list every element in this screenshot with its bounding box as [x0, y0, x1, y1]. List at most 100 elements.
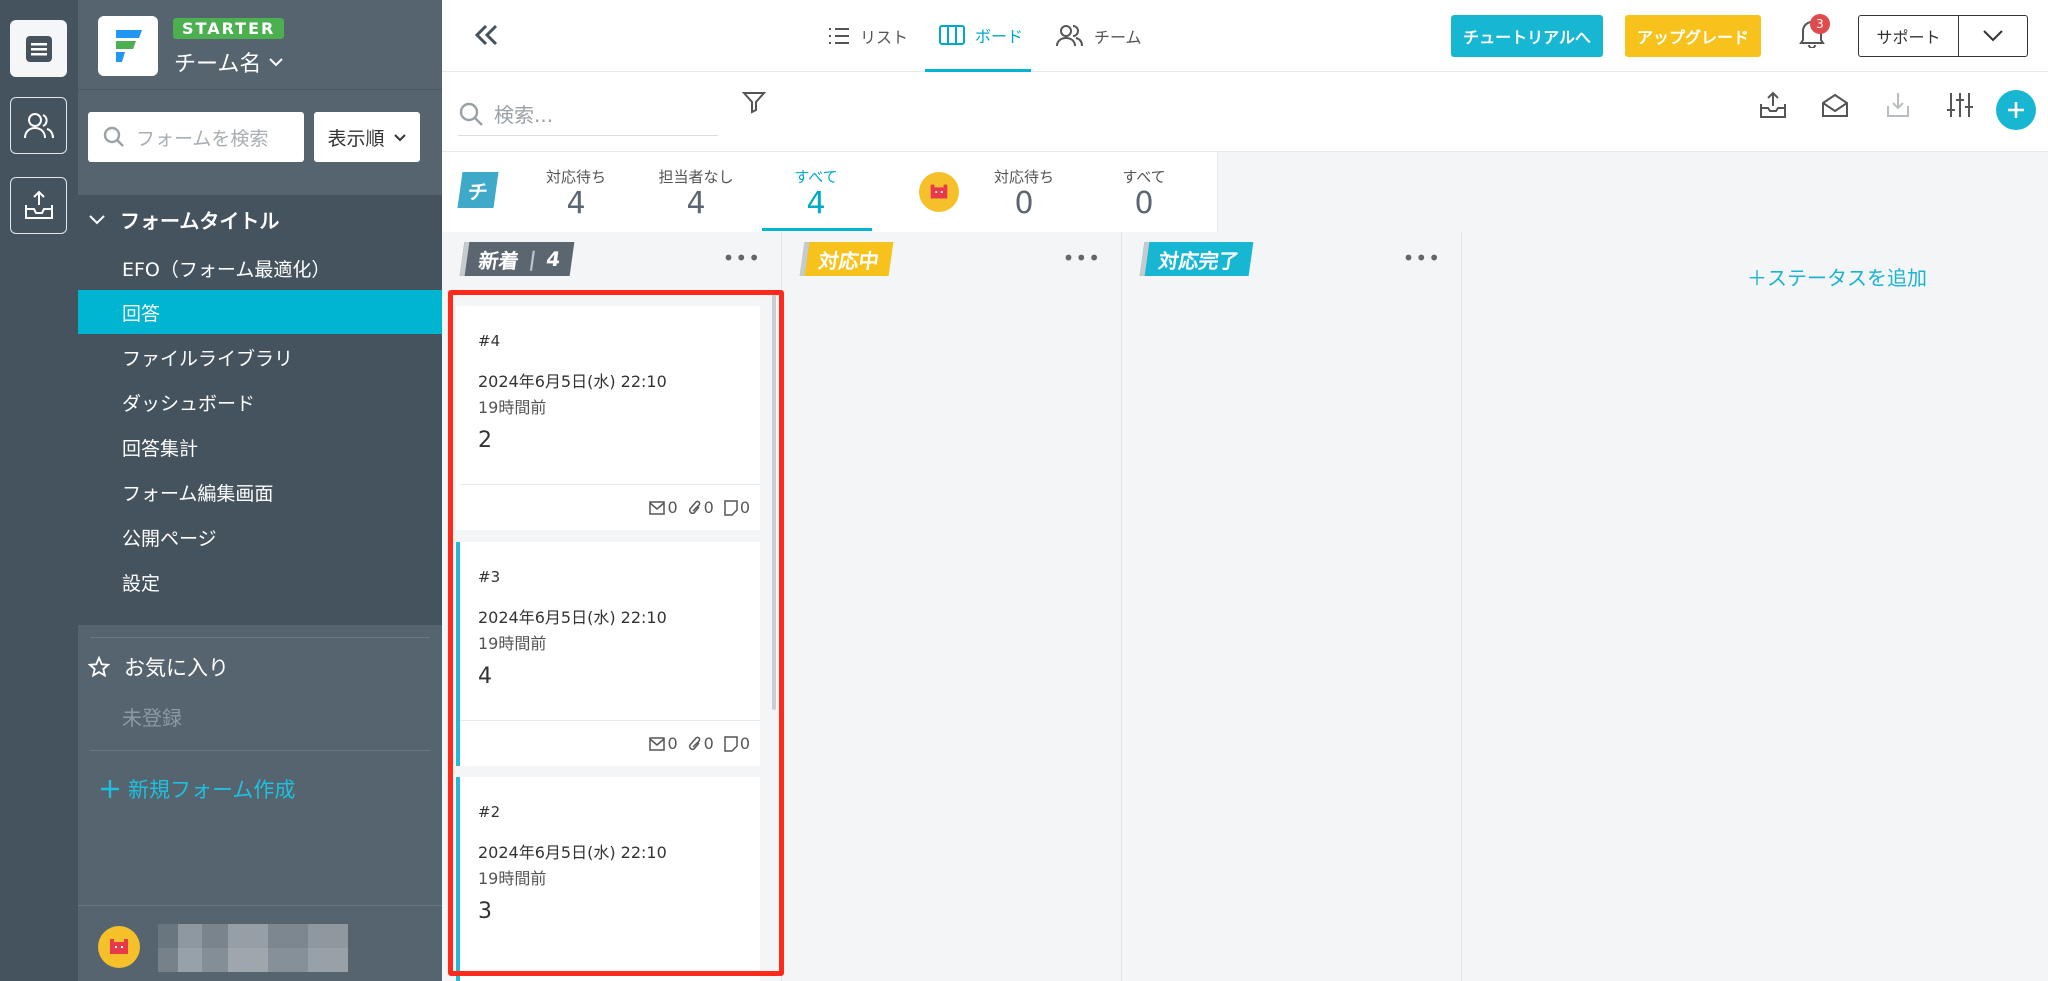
count-mine-waiting[interactable]: 対応待ち 0: [974, 166, 1074, 221]
download-icon[interactable]: [1883, 90, 1913, 124]
export-icon[interactable]: [1758, 90, 1788, 124]
attachment-count: 0: [688, 734, 714, 753]
app-rail: [0, 0, 78, 981]
response-card[interactable]: #3 2024年6月5日(水) 22:10 19時間前 4 0 0 0: [456, 542, 760, 766]
team-tag: チ: [457, 172, 499, 208]
sidebar-item-public-page[interactable]: 公開ページ: [78, 515, 442, 559]
tab-list-label: リスト: [860, 28, 909, 47]
count-label: 対応待ち: [993, 168, 1054, 186]
count-team-all[interactable]: すべて 4: [766, 166, 866, 221]
column-name: 新着: [477, 248, 521, 273]
top-bar: リスト ボード チーム チュートリアルへ アップグレード 3 サポート: [442, 0, 2048, 72]
chevron-down-icon: [89, 214, 105, 224]
divider: [90, 750, 430, 751]
sidebar-item-efo[interactable]: EFO（フォーム最適化）: [78, 246, 442, 290]
attachment-count: 0: [688, 498, 714, 517]
count-team-unassigned[interactable]: 担当者なし 4: [646, 166, 746, 221]
tab-list[interactable]: リスト: [828, 0, 908, 72]
response-search-placeholder: 検索...: [494, 103, 554, 127]
favorites-header[interactable]: お気に入り: [88, 652, 229, 682]
column-tag[interactable]: 対応中: [799, 242, 894, 276]
count-mine-all[interactable]: すべて 0: [1094, 166, 1194, 221]
card-date: 2024年6月5日(水) 22:10: [478, 608, 667, 627]
favorites-label: お気に入り: [124, 656, 229, 680]
collapse-sidebar-icon[interactable]: [472, 20, 502, 54]
team-switcher[interactable]: チーム名: [174, 46, 285, 78]
support-button[interactable]: サポート: [1859, 16, 1959, 56]
tutorial-button[interactable]: チュートリアルへ: [1451, 15, 1603, 57]
forms-icon[interactable]: [10, 20, 67, 77]
plan-badge: STARTER: [173, 18, 285, 39]
column-menu-icon[interactable]: •••: [1403, 246, 1441, 270]
status-counts: チ 対応待ち 4 担当者なし 4 すべて 4 対応待ち 0 すべて 0: [442, 152, 1218, 232]
support-dropdown[interactable]: [1959, 16, 2027, 56]
sidebar-item-responses[interactable]: 回答: [78, 290, 442, 334]
form-title-toggle[interactable]: フォームタイトル: [88, 205, 279, 234]
form-search-input[interactable]: フォームを検索: [88, 112, 304, 162]
sidebar-item-settings[interactable]: 設定: [78, 560, 442, 604]
column-name: 対応中: [817, 248, 881, 273]
column-separator: |: [527, 247, 538, 271]
sort-select[interactable]: 表示順: [314, 112, 420, 162]
sidebar-header: STARTER チーム名: [78, 0, 442, 90]
column-menu-icon[interactable]: •••: [1063, 246, 1101, 270]
upgrade-button[interactable]: アップグレード: [1625, 15, 1761, 57]
team-icon: [1056, 25, 1083, 47]
tab-board-label: ボード: [975, 26, 1024, 46]
team-name: チーム名: [174, 52, 262, 77]
response-card[interactable]: #2 2024年6月5日(水) 22:10 19時間前 3: [456, 777, 760, 981]
card-id: #2: [478, 803, 501, 821]
chevron-down-icon: [1983, 30, 2003, 42]
card-id: #4: [478, 332, 501, 350]
avatar: [98, 926, 140, 968]
form-menu: フォームタイトル EFO（フォーム最適化） 回答 ファイルライブラリ ダッシュボ…: [78, 195, 442, 625]
filter-icon[interactable]: [741, 90, 767, 118]
new-form-label: 新規フォーム作成: [128, 778, 296, 802]
response-search-input[interactable]: 検索...: [458, 92, 718, 136]
board-column-new: 新着 | 4 ••• #4 2024年6月5日(水) 22:10 19時間前 2…: [442, 232, 782, 981]
tab-board[interactable]: ボード: [925, 0, 1031, 72]
board-column-in-progress: 対応中 •••: [782, 232, 1122, 981]
board-icon: [939, 24, 965, 45]
sidebar-item-form-editor[interactable]: フォーム編集画面: [78, 470, 442, 514]
active-count-underline: [762, 228, 872, 231]
count-value: 4: [566, 186, 586, 221]
card-id: #3: [478, 568, 501, 586]
toolbar: 検索...: [442, 72, 2048, 152]
sidebar-item-response-summary[interactable]: 回答集計: [78, 425, 442, 469]
mail-icon: [649, 500, 666, 515]
mail-icon[interactable]: [1820, 90, 1850, 124]
tab-team[interactable]: チーム: [1056, 0, 1142, 72]
count-team-waiting[interactable]: 対応待ち 4: [526, 166, 626, 221]
add-status-button[interactable]: ＋ステータスを追加: [1747, 262, 1927, 291]
plus-icon: [2008, 102, 2024, 118]
form-title: フォームタイトル: [120, 209, 280, 233]
add-response-button[interactable]: [1996, 90, 2036, 130]
support-menu[interactable]: サポート: [1858, 15, 2028, 57]
team-icon[interactable]: [10, 97, 67, 154]
column-header: 新着 | 4: [459, 242, 575, 276]
column-menu-icon[interactable]: •••: [723, 246, 761, 270]
mail-icon: [649, 736, 666, 751]
form-search-placeholder: フォームを検索: [136, 127, 269, 150]
paperclip-icon: [688, 500, 700, 514]
user-menu[interactable]: [78, 905, 442, 981]
sidebar-item-dashboard[interactable]: ダッシュボード: [78, 380, 442, 424]
new-form-button[interactable]: 新規フォーム作成: [98, 774, 295, 804]
column-scrollbar[interactable]: [772, 290, 776, 710]
sidebar: STARTER チーム名 フォームを検索 表示順 フォームタイトル EFO（フォ…: [78, 0, 442, 981]
count-value: 4: [686, 186, 706, 221]
sidebar-item-file-library[interactable]: ファイルライブラリ: [78, 335, 442, 379]
column-tag[interactable]: 対応完了: [1139, 242, 1254, 276]
star-icon: [88, 656, 110, 678]
inbox-icon[interactable]: [10, 177, 67, 234]
note-count: 0: [724, 498, 750, 517]
card-relative-time: 19時間前: [478, 634, 547, 653]
response-card[interactable]: #4 2024年6月5日(水) 22:10 19時間前 2 0 0 0: [456, 306, 760, 530]
list-icon: [829, 28, 849, 44]
column-tag[interactable]: 新着 | 4: [459, 242, 575, 276]
search-icon: [103, 126, 124, 147]
chevron-down-icon: [393, 134, 406, 142]
app-logo[interactable]: [98, 16, 158, 76]
settings-sliders-icon[interactable]: [1945, 90, 1975, 124]
